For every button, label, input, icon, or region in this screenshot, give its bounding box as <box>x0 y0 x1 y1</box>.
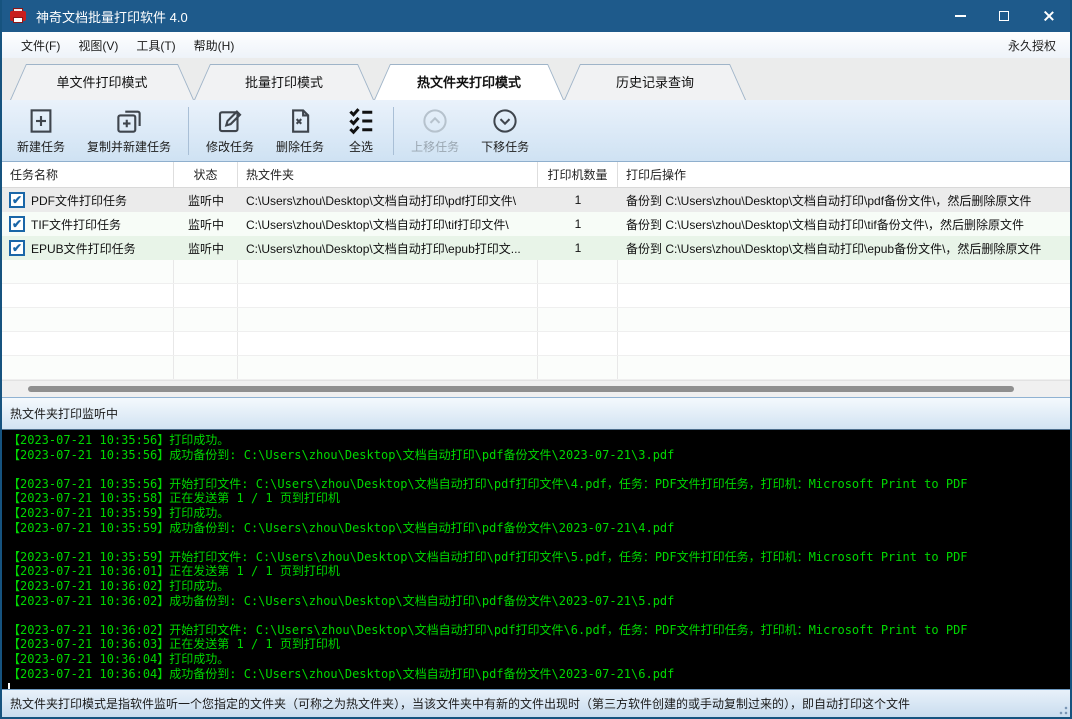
task-name: TIF文件打印任务 <box>31 216 121 233</box>
task-hot-folder: C:\Users\zhou\Desktop\文档自动打印\pdf打印文件\ <box>238 192 538 209</box>
col-printer-count: 打印机数量 <box>538 162 618 187</box>
log-line <box>8 462 1064 477</box>
log-line: 【2023-07-21 10:36:04】打印成功。 <box>8 652 1064 667</box>
log-line: 【2023-07-21 10:36:04】成功备份到: C:\Users\zho… <box>8 667 1064 682</box>
task-table: 任务名称 状态 热文件夹 打印机数量 打印后操作 ✔ PDF文件打印任务 监听中… <box>2 162 1070 380</box>
menu-file[interactable]: 文件(F) <box>12 33 69 58</box>
row-checkbox[interactable]: ✔ <box>9 240 25 256</box>
minimize-button[interactable] <box>938 0 982 32</box>
task-printer-count: 1 <box>538 217 618 231</box>
title-bar: 神奇文档批量打印软件 4.0 <box>2 0 1070 32</box>
table-row[interactable]: ✔ EPUB文件打印任务 监听中 C:\Users\zhou\Desktop\文… <box>2 236 1070 260</box>
toolbar-separator <box>188 107 189 155</box>
status-bar-text: 热文件夹打印模式是指软件监听一个您指定的文件夹（可称之为热文件夹），当该文件夹中… <box>10 695 910 712</box>
table-row[interactable]: ✔ TIF文件打印任务 监听中 C:\Users\zhou\Desktop\文档… <box>2 212 1070 236</box>
delete-task-button[interactable]: 删除任务 <box>265 102 335 159</box>
log-line: 【2023-07-21 10:36:01】正在发送第 1 / 1 页到打印机 <box>8 564 1064 579</box>
empty-row <box>2 260 1070 284</box>
tab-history-query[interactable]: 历史记录查询 <box>564 64 746 100</box>
tab-strip: 单文件打印模式 批量打印模式 热文件夹打印模式 历史记录查询 <box>2 58 1070 100</box>
print-log-console: 【2023-07-21 10:35:56】打印成功。 【2023-07-21 1… <box>2 430 1070 689</box>
row-checkbox[interactable]: ✔ <box>9 192 25 208</box>
log-line: 【2023-07-21 10:35:56】打印成功。 <box>8 433 1064 448</box>
task-name: EPUB文件打印任务 <box>31 240 136 257</box>
tab-hot-folder-mode[interactable]: 热文件夹打印模式 <box>374 64 564 100</box>
move-down-task-button[interactable]: 下移任务 <box>470 102 540 159</box>
log-line: 【2023-07-21 10:35:56】开始打印文件: C:\Users\zh… <box>8 477 1064 492</box>
task-printer-count: 1 <box>538 241 618 255</box>
task-status: 监听中 <box>174 192 238 209</box>
app-printer-icon <box>10 8 28 24</box>
empty-row <box>2 332 1070 356</box>
col-status: 状态 <box>174 162 238 187</box>
select-all-icon <box>346 106 376 136</box>
menu-view[interactable]: 视图(V) <box>69 33 127 58</box>
new-task-button[interactable]: 新建任务 <box>6 102 76 159</box>
task-status: 监听中 <box>174 216 238 233</box>
edit-task-icon <box>215 106 245 136</box>
log-line: 【2023-07-21 10:36:02】成功备份到: C:\Users\zho… <box>8 594 1064 609</box>
task-hot-folder: C:\Users\zhou\Desktop\文档自动打印\epub打印文... <box>238 240 538 257</box>
task-status: 监听中 <box>174 240 238 257</box>
toolbar: 新建任务 复制并新建任务 修改任务 删除任务 <box>2 100 1070 162</box>
col-after-print: 打印后操作 <box>618 162 1070 187</box>
tab-batch-mode[interactable]: 批量打印模式 <box>194 64 374 100</box>
log-line: 【2023-07-21 10:35:56】成功备份到: C:\Users\zho… <box>8 448 1064 463</box>
log-line: 【2023-07-21 10:35:59】成功备份到: C:\Users\zho… <box>8 521 1064 536</box>
move-up-task-button: 上移任务 <box>400 102 470 159</box>
copy-new-task-button[interactable]: 复制并新建任务 <box>76 102 182 159</box>
col-hot-folder: 热文件夹 <box>238 162 538 187</box>
log-line: 【2023-07-21 10:36:02】开始打印文件: C:\Users\zh… <box>8 623 1064 638</box>
empty-row <box>2 284 1070 308</box>
status-bar: 热文件夹打印模式是指软件监听一个您指定的文件夹（可称之为热文件夹），当该文件夹中… <box>2 689 1070 717</box>
move-up-icon <box>420 106 450 136</box>
license-status: 永久授权 <box>1008 37 1060 54</box>
horizontal-scrollbar[interactable] <box>2 380 1070 397</box>
log-line: 【2023-07-21 10:36:03】正在发送第 1 / 1 页到打印机 <box>8 637 1064 652</box>
log-line: 【2023-07-21 10:35:59】开始打印文件: C:\Users\zh… <box>8 550 1064 565</box>
close-icon <box>1042 10 1054 22</box>
delete-task-icon <box>285 106 315 136</box>
new-task-icon <box>26 106 56 136</box>
task-hot-folder: C:\Users\zhou\Desktop\文档自动打印\tif打印文件\ <box>238 216 538 233</box>
copy-new-task-icon <box>114 106 144 136</box>
empty-row <box>2 356 1070 380</box>
tab-single-file-mode[interactable]: 单文件打印模式 <box>10 64 194 100</box>
menu-help[interactable]: 帮助(H) <box>185 33 244 58</box>
move-down-icon <box>490 106 520 136</box>
console-cursor-line <box>8 681 1064 689</box>
toolbar-separator <box>393 107 394 155</box>
scrollbar-thumb[interactable] <box>28 386 1014 392</box>
task-after-print: 备份到 C:\Users\zhou\Desktop\文档自动打印\tif备份文件… <box>618 216 1070 233</box>
task-after-print: 备份到 C:\Users\zhou\Desktop\文档自动打印\epub备份文… <box>618 240 1070 257</box>
table-header: 任务名称 状态 热文件夹 打印机数量 打印后操作 <box>2 162 1070 188</box>
log-line: 【2023-07-21 10:35:59】打印成功。 <box>8 506 1064 521</box>
task-after-print: 备份到 C:\Users\zhou\Desktop\文档自动打印\pdf备份文件… <box>618 192 1070 209</box>
task-printer-count: 1 <box>538 193 618 207</box>
row-checkbox[interactable]: ✔ <box>9 216 25 232</box>
menu-bar: 文件(F) 视图(V) 工具(T) 帮助(H) 永久授权 <box>2 32 1070 58</box>
edit-task-button[interactable]: 修改任务 <box>195 102 265 159</box>
app-window: 神奇文档批量打印软件 4.0 文件(F) 视图(V) 工具(T) 帮助(H) 永… <box>0 0 1072 719</box>
select-all-button[interactable]: 全选 <box>335 102 387 159</box>
listening-status-text: 热文件夹打印监听中 <box>10 405 118 422</box>
maximize-icon <box>999 11 1009 21</box>
resize-grip-icon[interactable] <box>1056 703 1068 715</box>
listening-status-bar: 热文件夹打印监听中 <box>2 397 1070 430</box>
table-row[interactable]: ✔ PDF文件打印任务 监听中 C:\Users\zhou\Desktop\文档… <box>2 188 1070 212</box>
maximize-button[interactable] <box>982 0 1026 32</box>
col-task-name: 任务名称 <box>2 162 174 187</box>
log-line: 【2023-07-21 10:36:02】打印成功。 <box>8 579 1064 594</box>
log-line <box>8 608 1064 623</box>
log-line <box>8 535 1064 550</box>
menu-tools[interactable]: 工具(T) <box>127 33 184 58</box>
window-title: 神奇文档批量打印软件 4.0 <box>36 7 188 26</box>
empty-row <box>2 308 1070 332</box>
log-line: 【2023-07-21 10:35:58】正在发送第 1 / 1 页到打印机 <box>8 491 1064 506</box>
close-button[interactable] <box>1026 0 1070 32</box>
task-name: PDF文件打印任务 <box>31 192 127 209</box>
minimize-icon <box>955 15 966 17</box>
